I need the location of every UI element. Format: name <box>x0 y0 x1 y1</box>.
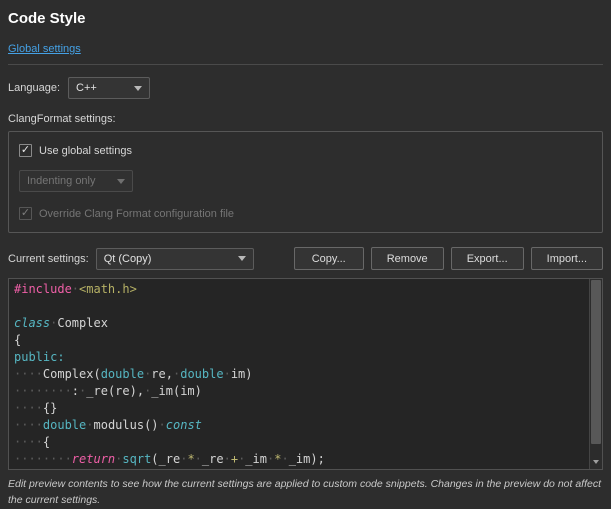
code-line: ········return·sqrt(_re·*·_re·+·_im·*·_i… <box>14 451 597 468</box>
remove-button[interactable]: Remove <box>371 247 444 270</box>
current-settings-row: Current settings: Qt (Copy) Copy... Remo… <box>8 247 603 270</box>
chevron-down-icon <box>117 179 125 184</box>
override-clang-format-checkbox: ✓ Override Clang Format configuration fi… <box>19 207 592 220</box>
indenting-mode-select: Indenting only <box>19 170 133 192</box>
code-preview-editor[interactable]: #include·<math.h> class·Complex{public:·… <box>8 278 603 470</box>
code-editor-content[interactable]: #include·<math.h> class·Complex{public:·… <box>9 279 602 470</box>
code-line: ····{ <box>14 434 597 451</box>
language-select[interactable]: C++ <box>68 77 150 99</box>
scrollbar-down-button[interactable] <box>590 455 602 468</box>
clangformat-label: ClangFormat settings: <box>8 113 603 125</box>
export-button[interactable]: Export... <box>451 247 524 270</box>
current-settings-value: Qt (Copy) <box>104 253 152 265</box>
separator <box>8 64 603 65</box>
import-button[interactable]: Import... <box>531 247 603 270</box>
page-title: Code Style <box>8 10 603 27</box>
language-value: C++ <box>76 82 97 94</box>
footer-note: Edit preview contents to see how the cur… <box>8 477 603 509</box>
global-settings-link[interactable]: Global settings <box>8 43 81 55</box>
copy-button[interactable]: Copy... <box>294 247 364 270</box>
arrow-down-icon <box>593 460 599 464</box>
scrollbar-thumb[interactable] <box>591 280 601 444</box>
checkmark-icon: ✓ <box>21 208 30 219</box>
checkmark-icon: ✓ <box>21 145 30 156</box>
checkbox-box: ✓ <box>19 144 32 157</box>
language-label: Language: <box>8 82 60 94</box>
chevron-down-icon <box>134 86 142 91</box>
code-line: ····Complex(double·re,·double·im) <box>14 366 597 383</box>
checkbox-box: ✓ <box>19 207 32 220</box>
code-line: ········:·_re(re),·_im(im) <box>14 383 597 400</box>
editor-vertical-scrollbar[interactable] <box>589 279 602 469</box>
use-global-settings-label: Use global settings <box>39 145 132 157</box>
override-clang-format-label: Override Clang Format configuration file <box>39 208 234 220</box>
code-style-page: Code Style Global settings Language: C++… <box>0 0 611 509</box>
chevron-down-icon <box>238 256 246 261</box>
code-line: class·Complex <box>14 315 597 332</box>
language-row: Language: C++ <box>8 77 603 99</box>
code-line: ····double·modulus()·const <box>14 417 597 434</box>
code-line: public: <box>14 349 597 366</box>
current-settings-label: Current settings: <box>8 253 89 265</box>
use-global-settings-checkbox[interactable]: ✓ Use global settings <box>19 144 592 157</box>
code-line: ····{} <box>14 400 597 417</box>
clangformat-groupbox: ✓ Use global settings Indenting only ✓ O… <box>8 131 603 233</box>
indenting-mode-value: Indenting only <box>27 175 96 187</box>
code-line <box>14 298 597 315</box>
code-line: { <box>14 332 597 349</box>
current-settings-select[interactable]: Qt (Copy) <box>96 248 254 270</box>
code-line: #include·<math.h> <box>14 281 597 298</box>
settings-button-group: Copy... Remove Export... Import... <box>294 247 603 270</box>
